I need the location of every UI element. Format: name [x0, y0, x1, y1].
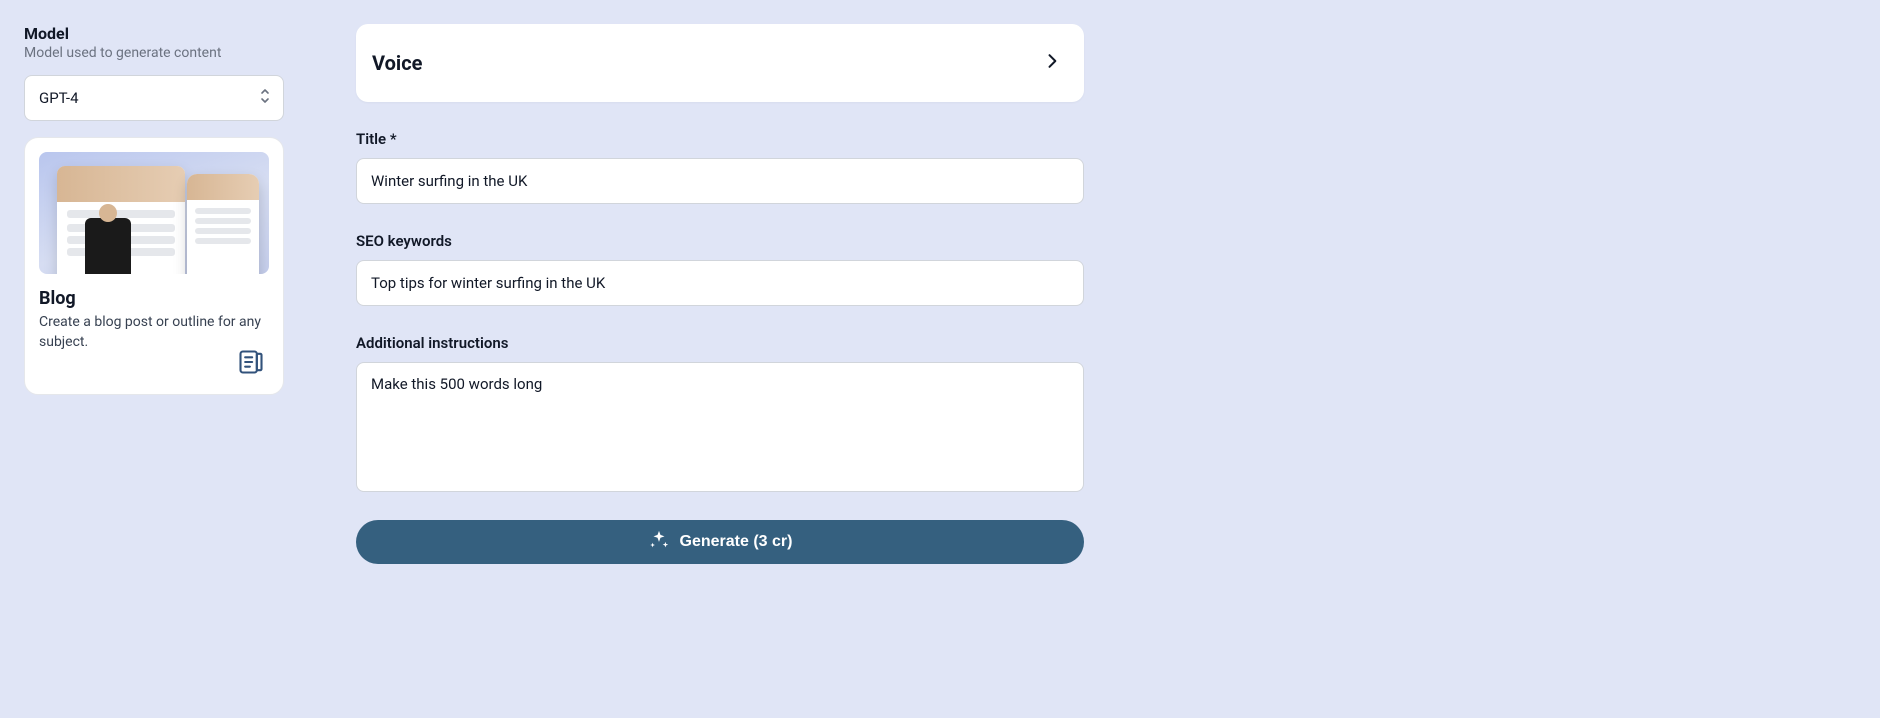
title-input[interactable] [356, 158, 1084, 204]
sparkle-icon [648, 529, 670, 556]
instructions-label: Additional instructions [356, 334, 1084, 352]
voice-section-toggle[interactable]: Voice [356, 24, 1084, 102]
voice-label: Voice [372, 51, 422, 75]
seo-input[interactable] [356, 260, 1084, 306]
document-icon [237, 348, 265, 380]
template-description: Create a blog post or outline for any su… [39, 313, 269, 352]
model-heading: Model [24, 24, 284, 43]
instructions-textarea[interactable] [356, 362, 1084, 492]
seo-label: SEO keywords [356, 232, 1084, 250]
generate-button[interactable]: Generate (3 cr) [356, 520, 1084, 564]
chevron-up-down-icon [259, 88, 271, 108]
title-label: Title * [356, 130, 1084, 148]
model-select[interactable]: GPT-4 [24, 75, 284, 121]
model-subheading: Model used to generate content [24, 45, 284, 61]
model-select-value: GPT-4 [39, 89, 79, 107]
chevron-right-icon [1042, 51, 1062, 75]
generate-button-label: Generate (3 cr) [680, 533, 793, 551]
template-thumbnail [39, 152, 269, 274]
template-title: Blog [39, 288, 269, 309]
template-card-blog[interactable]: Blog Create a blog post or outline for a… [24, 137, 284, 395]
